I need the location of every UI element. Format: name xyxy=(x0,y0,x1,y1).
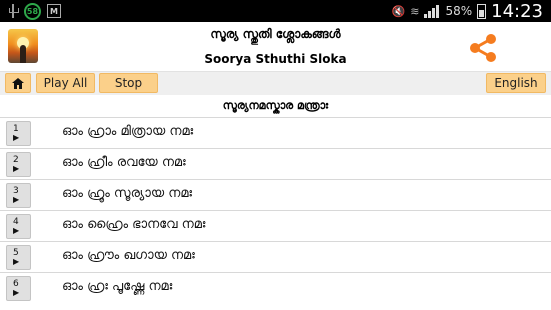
battery-icon xyxy=(477,3,487,19)
mantra-list[interactable]: 1 ▶ ഓം ഹ്രാം മിത്രായ നമഃ 2 ▶ ഓം ഹ്രീം രവ… xyxy=(0,117,551,310)
play-item-button[interactable]: 1 ▶ xyxy=(6,121,31,146)
play-item-button[interactable]: 4 ▶ xyxy=(6,214,31,239)
item-text: ഓം ഹ്രൗം ഖഗായ നമഃ xyxy=(62,248,195,263)
play-icon: ▶ xyxy=(13,133,20,142)
list-item[interactable]: 1 ▶ ഓം ഹ്രാം മിത്രായ നമഃ xyxy=(0,117,551,148)
play-icon: ▶ xyxy=(13,226,20,235)
status-bar: 58 M 🔇 ≋ 58% 14:23 xyxy=(0,0,551,22)
item-text: ഓം ഹ്രീം രവയേ നമഃ xyxy=(62,155,186,170)
item-text: ഓം ഹ്രഃ പൂഷ്ണേ നമഃ xyxy=(62,279,173,294)
usb-icon xyxy=(8,4,19,18)
home-icon xyxy=(12,77,24,89)
item-text: ഓം ഹ്രാം മിത്രായ നമഃ xyxy=(62,124,194,139)
play-item-button[interactable]: 3 ▶ xyxy=(6,183,31,208)
item-text: ഓം ഹ്രൂം സൂര്യായ നമഃ xyxy=(62,186,193,201)
list-item[interactable]: 4 ▶ ഓം ഹ്രൈം ഭാനവേ നമഃ xyxy=(0,210,551,241)
play-icon: ▶ xyxy=(13,164,20,173)
wifi-icon: ≋ xyxy=(410,4,420,18)
list-item[interactable]: 6 ▶ ഓം ഹ്രഃ പൂഷ്ണേ നമഃ xyxy=(0,272,551,303)
home-button[interactable] xyxy=(5,73,31,93)
signal-icon xyxy=(424,4,440,18)
play-all-button[interactable]: Play All xyxy=(36,73,95,93)
section-title: സൂര്യനമസ്കാര മന്ത്രാഃ xyxy=(0,95,551,117)
play-icon: ▶ xyxy=(13,257,20,266)
app-notification-icon: M xyxy=(47,4,61,18)
play-icon: ▶ xyxy=(13,288,20,297)
item-text: ഓം ഹ്രൈം ഭാനവേ നമഃ xyxy=(62,217,206,232)
play-item-button[interactable]: 5 ▶ xyxy=(6,245,31,270)
list-item[interactable]: 2 ▶ ഓം ഹ്രീം രവയേ നമഃ xyxy=(0,148,551,179)
mute-icon: 🔇 xyxy=(391,4,406,18)
notification-badge: 58 xyxy=(24,2,41,20)
play-item-button[interactable]: 2 ▶ xyxy=(6,152,31,177)
stop-button[interactable]: Stop xyxy=(99,73,158,93)
list-item[interactable]: 5 ▶ ഓം ഹ്രൗം ഖഗായ നമഃ xyxy=(0,241,551,272)
toolbar: Play All Stop English xyxy=(0,72,551,95)
play-icon: ▶ xyxy=(13,195,20,204)
title-bar: സൂര്യ സ്തുതി ശ്ലോകങ്ങൾ Soorya Sthuthi Sl… xyxy=(0,22,551,72)
language-button[interactable]: English xyxy=(486,73,546,93)
play-item-button[interactable]: 6 ▶ xyxy=(6,276,31,301)
battery-percent: 58% xyxy=(445,4,473,18)
share-icon[interactable] xyxy=(466,33,500,63)
clock: 14:23 xyxy=(491,0,543,22)
list-item[interactable]: 3 ▶ ഓം ഹ്രൂം സൂര്യായ നമഃ xyxy=(0,179,551,210)
